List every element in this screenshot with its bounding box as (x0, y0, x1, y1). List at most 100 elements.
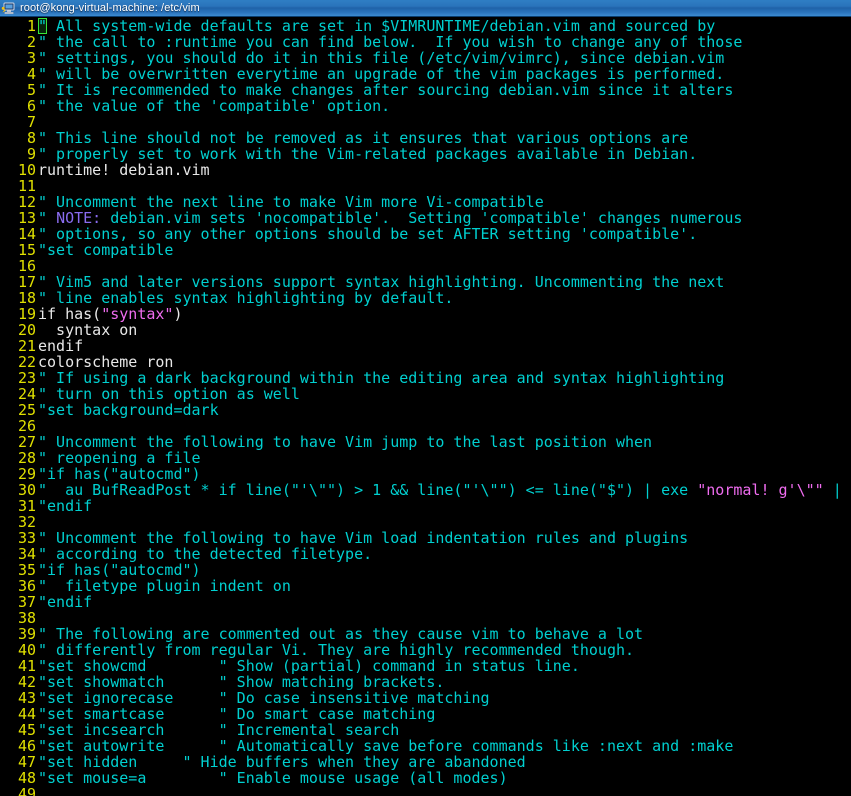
vim-line-number: 37 (17, 593, 36, 611)
vim-line: 5 " It is recommended to make changes aft… (0, 82, 851, 98)
vim-line-number: 46 (17, 737, 36, 755)
vim-line: 8 " This line should not be removed as it… (0, 130, 851, 146)
vim-line: 17 " Vim5 and later versions support synt… (0, 274, 851, 290)
putty-terminal-icon (1, 1, 17, 16)
vim-line-number: 29 (17, 465, 36, 483)
vim-line-number: 35 (17, 561, 36, 579)
vim-line-number: 19 (17, 305, 36, 323)
vim-code-segment: "set background=dark (38, 401, 219, 419)
vim-line-list: 1 " All system-wide defaults are set in $… (0, 18, 851, 796)
vim-line: 41 "set showcmd " Show (partial) command … (0, 658, 851, 674)
vim-line-number: 31 (17, 497, 36, 515)
vim-code-segment: "normal! g'\"" (697, 481, 824, 499)
vim-line: 4 " will be overwritten everytime an upgr… (0, 66, 851, 82)
vim-line-number: 8 (26, 129, 36, 147)
vim-line-number: 3 (26, 49, 36, 67)
vim-line-number: 11 (17, 177, 36, 195)
vim-code-segment: "endif (38, 497, 93, 515)
vim-line: 27 " Uncomment the following to have Vim … (0, 434, 851, 450)
vim-line-number: 33 (17, 529, 36, 547)
vim-line-number: 24 (17, 385, 36, 403)
vim-line-number: 12 (17, 193, 36, 211)
vim-line: 34 " according to the detected filetype. (0, 546, 851, 562)
vim-line-number: 16 (17, 257, 36, 275)
vim-line: 16 (0, 258, 851, 274)
vim-line: 36 " filetype plugin indent on (0, 578, 851, 594)
vim-line: 46 "set autowrite " Automatically save be… (0, 738, 851, 754)
vim-line: 7 (0, 114, 851, 130)
vim-line: 21 endif (0, 338, 851, 354)
vim-line-number: 20 (17, 321, 36, 339)
vim-line: 23 " If using a dark background within th… (0, 370, 851, 386)
vim-line: 15 "set compatible (0, 242, 851, 258)
vim-line: 19 if has("syntax") (0, 306, 851, 322)
vim-line: 29 "if has("autocmd") (0, 466, 851, 482)
vim-line: 14 " options, so any other options should… (0, 226, 851, 242)
vim-code-segment: " the value of the 'compatible' option. (38, 97, 391, 115)
vim-line: 35 "if has("autocmd") (0, 562, 851, 578)
vim-line-number: 41 (17, 657, 36, 675)
vim-line-number: 1 (26, 17, 36, 35)
text-cursor: " (38, 17, 48, 35)
vim-line: 9 " properly set to work with the Vim-rel… (0, 146, 851, 162)
vim-line-number: 7 (26, 113, 36, 131)
window-title: root@kong-virtual-machine: /etc/vim (20, 1, 200, 14)
vim-line-number: 34 (17, 545, 36, 563)
vim-line-number: 47 (17, 753, 36, 771)
vim-line-number: 4 (26, 65, 36, 83)
vim-line: 18 " line enables syntax highlighting by … (0, 290, 851, 306)
vim-line-number: 44 (17, 705, 36, 723)
vim-line-number: 18 (17, 289, 36, 307)
vim-line-number: 36 (17, 577, 36, 595)
vim-line: 20 syntax on (0, 322, 851, 338)
vim-line: 22 colorscheme ron (0, 354, 851, 370)
vim-line: 42 "set showmatch " Show matching bracket… (0, 674, 851, 690)
vim-line-number: 5 (26, 81, 36, 99)
vim-code-segment: runtime! debian.vim (38, 161, 210, 179)
vim-line: 30 " au BufReadPost * if line("'\"") > 1 … (0, 482, 851, 498)
vim-line: 10 runtime! debian.vim (0, 162, 851, 178)
window-titlebar[interactable]: root@kong-virtual-machine: /etc/vim (0, 0, 851, 17)
vim-line-number: 10 (17, 161, 36, 179)
vim-line-number: 38 (17, 609, 36, 627)
vim-line: 11 (0, 178, 851, 194)
terminal-vim-buffer[interactable]: 1 " All system-wide defaults are set in $… (0, 17, 851, 796)
vim-line: 28 " reopening a file (0, 450, 851, 466)
vim-line: 47 "set hidden " Hide buffers when they a… (0, 754, 851, 770)
vim-line-number: 2 (26, 33, 36, 51)
vim-line-number: 45 (17, 721, 36, 739)
vim-line-number: 17 (17, 273, 36, 291)
vim-line-number: 26 (17, 417, 36, 435)
vim-line: 32 (0, 514, 851, 530)
vim-code-segment: | endif (832, 481, 851, 499)
vim-line-number: 27 (17, 433, 36, 451)
vim-line: 39 " The following are commented out as t… (0, 626, 851, 642)
vim-line-number: 39 (17, 625, 36, 643)
vim-line: 43 "set ignorecase " Do case insensitive … (0, 690, 851, 706)
vim-line-number: 43 (17, 689, 36, 707)
vim-code-segment: ) (173, 305, 183, 323)
vim-line: 40 " differently from regular Vi. They ar… (0, 642, 851, 658)
vim-line: 37 "endif (0, 594, 851, 610)
vim-line-number: 14 (17, 225, 36, 243)
vim-line: 12 " Uncomment the next line to make Vim … (0, 194, 851, 210)
vim-line: 3 " settings, you should do it in this fi… (0, 50, 851, 66)
vim-line-number: 40 (17, 641, 36, 659)
vim-line-number: 23 (17, 369, 36, 387)
vim-line: 49 (0, 786, 851, 796)
vim-line: 45 "set incsearch " Incremental search (0, 722, 851, 738)
vim-line: 44 "set smartcase " Do smart case matchin… (0, 706, 851, 722)
vim-line-number: 6 (26, 97, 36, 115)
vim-line-number: 28 (17, 449, 36, 467)
vim-code-segment: "endif (38, 593, 93, 611)
vim-line-number: 30 (17, 481, 36, 499)
vim-line: 33 " Uncomment the following to have Vim … (0, 530, 851, 546)
vim-line: 1 " All system-wide defaults are set in $… (0, 18, 851, 34)
vim-code-segment: "set mouse=a " Enable mouse usage (all m… (38, 769, 508, 787)
vim-line: 48 "set mouse=a " Enable mouse usage (all… (0, 770, 851, 786)
vim-line-number: 32 (17, 513, 36, 531)
vim-code-segment: " au BufReadPost * if line("'\"") > 1 &&… (38, 481, 698, 499)
vim-line-number: 25 (17, 401, 36, 419)
vim-line-number: 13 (17, 209, 36, 227)
vim-line: 25 "set background=dark (0, 402, 851, 418)
